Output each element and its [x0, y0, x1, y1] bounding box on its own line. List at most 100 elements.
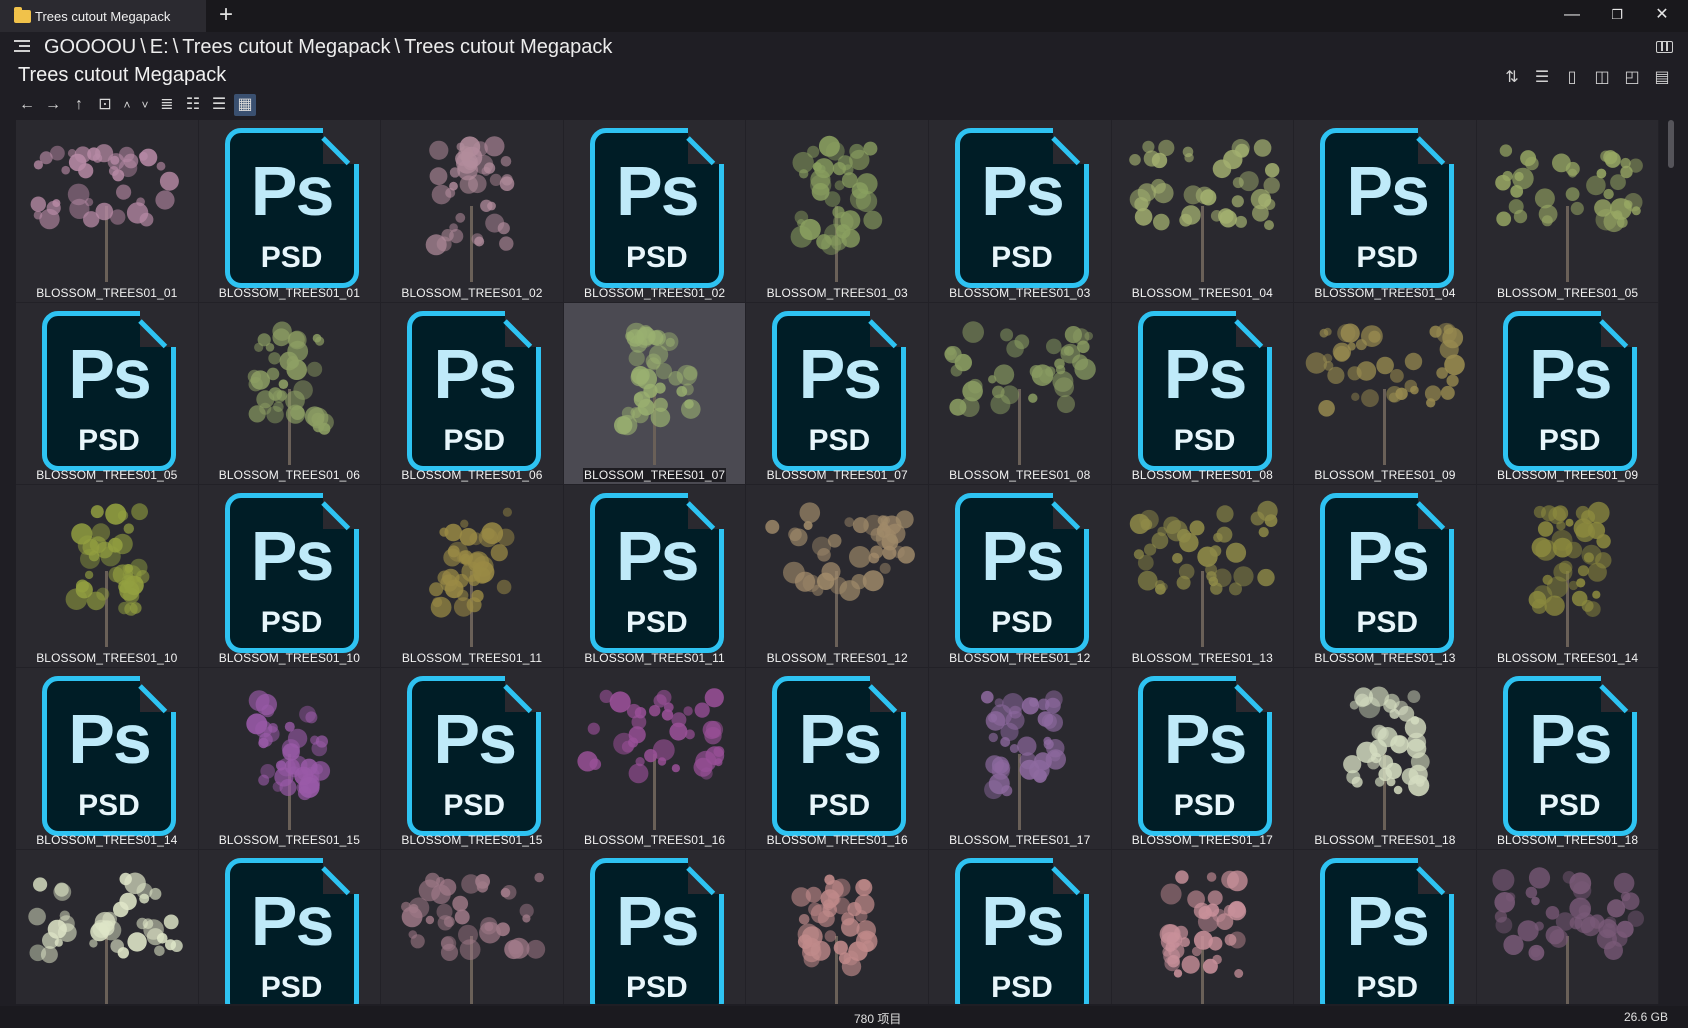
tree-thumbnail	[245, 689, 330, 830]
file-name-label: BLOSSOM_TREES01_03	[746, 286, 928, 300]
menu-icon[interactable]	[14, 40, 30, 54]
image-file-item[interactable]: BLOSSOM_TREES01_11	[381, 485, 564, 668]
breadcrumb-segment[interactable]: GOOOOU	[44, 36, 136, 58]
file-name-label: BLOSSOM_TREES01_05	[1477, 286, 1659, 300]
image-file-item[interactable]: BLOSSOM_TREES01_15	[198, 667, 382, 851]
image-file-item[interactable]: BLOSSOM_TREES01_01	[16, 120, 199, 303]
image-file-item[interactable]: BLOSSOM_TREES01_13	[1111, 485, 1295, 668]
image-file-item[interactable]	[1476, 850, 1660, 1004]
photoshop-psd-icon: Ps PSD	[42, 310, 176, 471]
image-file-item[interactable]: BLOSSOM_TREES01_06	[198, 302, 382, 486]
image-file-item[interactable]: BLOSSOM_TREES01_07	[563, 302, 747, 486]
chevron-down-icon[interactable]: ˅	[138, 94, 152, 116]
image-file-item[interactable]: BLOSSOM_TREES01_17	[928, 667, 1112, 851]
image-file-item[interactable]: BLOSSOM_TREES01_09	[1294, 302, 1477, 486]
panel-toggle-icon[interactable]	[1656, 41, 1673, 53]
breadcrumb[interactable]: GOOOOU \ E: \ Trees cutout Megapack \ Trees cu…	[44, 36, 612, 59]
minimize-button[interactable]: —	[1549, 0, 1595, 32]
psd-file-item[interactable]: Ps PSD BLOSSOM_TREES01_15	[381, 667, 564, 851]
psd-file-item[interactable]: Ps PSD BLOSSOM_TREES01_12	[928, 485, 1112, 668]
ps-logo-text: Ps	[250, 152, 335, 230]
file-name-text: BLOSSOM_TREES01_11	[584, 650, 725, 665]
ps-logo-text: Ps	[1346, 882, 1430, 961]
psd-file-item[interactable]: Ps PSD BLOSSOM_TREES01_18	[1476, 667, 1660, 851]
tree-thumbnail	[613, 322, 701, 465]
photoshop-psd-icon: Ps PSD	[407, 310, 542, 471]
clipboard-icon[interactable]: ▤	[1652, 68, 1672, 88]
ps-logo-text: Ps	[1528, 699, 1613, 778]
psd-file-item[interactable]: Ps PSD BLOSSOM_TREES01_05	[16, 302, 199, 486]
psd-file-item[interactable]: Ps PSD	[1294, 850, 1477, 1004]
restore-button[interactable]: ❐	[1594, 0, 1640, 32]
psd-file-item[interactable]: Ps PSD	[198, 850, 382, 1004]
vertical-scrollbar[interactable]	[1668, 120, 1674, 168]
file-name-label: BLOSSOM_TREES01_05	[16, 468, 198, 482]
page-title: Trees cutout Megapack	[18, 64, 227, 86]
image-file-item[interactable]	[16, 850, 199, 1004]
psd-file-item[interactable]: Ps PSD BLOSSOM_TREES01_10	[198, 485, 382, 668]
details-view-icon[interactable]: ☷	[182, 94, 204, 116]
forward-arrow-icon[interactable]: →	[42, 94, 64, 116]
image-file-item[interactable]: BLOSSOM_TREES01_10	[16, 485, 199, 668]
image-file-item[interactable]: BLOSSOM_TREES01_16	[563, 667, 747, 851]
chevron-up-icon[interactable]: ˄	[120, 94, 134, 116]
psd-file-item[interactable]: Ps PSD BLOSSOM_TREES01_02	[563, 120, 747, 303]
psd-label-text: PSD	[1173, 788, 1236, 822]
browse-folder-icon[interactable]: ⊡	[94, 94, 116, 116]
psd-file-item[interactable]: Ps PSD BLOSSOM_TREES01_04	[1294, 120, 1477, 303]
list-view-icon[interactable]: ≣	[156, 94, 178, 116]
close-button[interactable]: ✕	[1639, 0, 1685, 32]
psd-file-item[interactable]: Ps PSD BLOSSOM_TREES01_09	[1476, 302, 1660, 486]
image-file-item[interactable]: BLOSSOM_TREES01_14	[1476, 485, 1660, 668]
back-arrow-icon[interactable]: ←	[16, 94, 38, 116]
psd-file-item[interactable]: Ps PSD BLOSSOM_TREES01_16	[746, 667, 929, 851]
image-file-item[interactable]: BLOSSOM_TREES01_12	[746, 485, 929, 668]
psd-file-item[interactable]: Ps PSD	[563, 850, 747, 1004]
psd-file-item[interactable]: Ps PSD BLOSSOM_TREES01_17	[1111, 667, 1295, 851]
image-file-item[interactable]	[746, 850, 929, 1004]
sort-icon[interactable]: ⇅	[1502, 68, 1522, 88]
breadcrumb-separator: \	[140, 36, 146, 58]
image-file-item[interactable]: BLOSSOM_TREES01_05	[1476, 120, 1660, 303]
photoshop-psd-icon: Ps PSD	[1320, 128, 1455, 288]
tree-thumbnail	[1492, 867, 1644, 1004]
file-name-text: BLOSSOM_TREES01_12	[766, 650, 908, 665]
file-name-label: BLOSSOM_TREES01_06	[199, 468, 381, 482]
up-arrow-icon[interactable]: ↑	[68, 94, 90, 116]
file-name-text: BLOSSOM_TREES01_05	[36, 468, 178, 483]
image-file-item[interactable]: BLOSSOM_TREES01_18	[1294, 667, 1477, 851]
psd-file-item[interactable]: Ps PSD BLOSSOM_TREES01_08	[1111, 302, 1295, 486]
image-file-item[interactable]: BLOSSOM_TREES01_02	[381, 120, 564, 303]
psd-file-item[interactable]: Ps PSD	[928, 850, 1112, 1004]
image-file-item[interactable]	[381, 850, 564, 1004]
tab-trees-cutout-megapack[interactable]: Trees cutout Megapack	[0, 0, 206, 32]
psd-file-item[interactable]: Ps PSD BLOSSOM_TREES01_11	[563, 485, 747, 668]
image-file-item[interactable]: BLOSSOM_TREES01_08	[928, 302, 1112, 486]
breadcrumb-segment[interactable]: E:	[150, 36, 169, 58]
image-file-item[interactable]	[1111, 850, 1295, 1004]
thumbnail-icon[interactable]: ◰	[1622, 68, 1642, 88]
psd-file-item[interactable]: Ps PSD BLOSSOM_TREES01_01	[198, 120, 382, 303]
photoshop-psd-icon: Ps PSD	[407, 675, 542, 836]
psd-label-text: PSD	[260, 241, 323, 274]
image-file-item[interactable]: BLOSSOM_TREES01_03	[746, 120, 929, 303]
psd-file-item[interactable]: Ps PSD BLOSSOM_TREES01_07	[746, 302, 929, 486]
psd-file-item[interactable]: Ps PSD BLOSSOM_TREES01_13	[1294, 485, 1477, 668]
nav-toolbar: ← → ↑ ⊡ ˄ ˅ ≣ ☷ ☰ ▦	[16, 94, 256, 116]
file-name-label: BLOSSOM_TREES01_17	[1112, 833, 1294, 847]
tiles-view-icon[interactable]: ☰	[208, 94, 230, 116]
address-bar[interactable]: GOOOOU \ E: \ Trees cutout Megapack \ Trees cu…	[0, 32, 1688, 62]
breadcrumb-segment[interactable]: Trees cutout Megapack	[404, 36, 612, 58]
psd-file-item[interactable]: Ps PSD BLOSSOM_TREES01_14	[16, 667, 199, 851]
new-tab-button[interactable]: +	[212, 2, 240, 30]
thumbnails-view-icon[interactable]: ▦	[234, 94, 256, 116]
breadcrumb-segment[interactable]: Trees cutout Megapack	[182, 36, 390, 58]
preview-icon[interactable]: ◫	[1592, 68, 1612, 88]
psd-file-item[interactable]: Ps PSD BLOSSOM_TREES01_03	[928, 120, 1112, 303]
image-file-item[interactable]: BLOSSOM_TREES01_04	[1111, 120, 1295, 303]
psd-label-text: PSD	[1356, 606, 1418, 640]
file-icon[interactable]: ▯	[1562, 68, 1582, 88]
psd-file-item[interactable]: Ps PSD BLOSSOM_TREES01_06	[381, 302, 564, 486]
tree-thumbnail	[1128, 139, 1280, 282]
details-icon[interactable]: ☰	[1532, 68, 1552, 88]
